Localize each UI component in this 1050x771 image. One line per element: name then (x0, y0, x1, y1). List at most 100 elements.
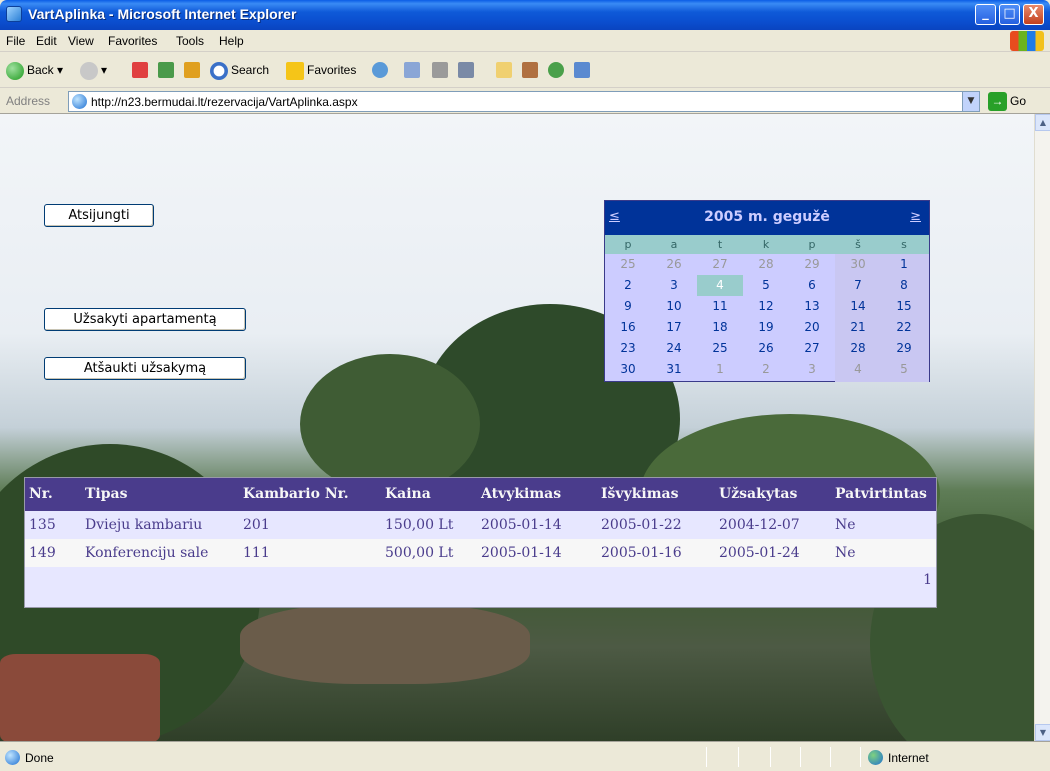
forward-button[interactable]: ▾ (80, 60, 107, 80)
calendar-day[interactable]: 22 (881, 317, 927, 338)
calendar-day[interactable]: 13 (789, 296, 835, 317)
calendar-day[interactable]: 10 (651, 296, 697, 317)
menu-edit[interactable]: Edit (36, 34, 57, 48)
page-icon (72, 94, 87, 109)
refresh-icon[interactable] (158, 62, 174, 78)
calendar-day[interactable]: 16 (605, 317, 651, 338)
calendar-day[interactable]: 29 (881, 338, 927, 359)
calendar-day[interactable]: 31 (651, 359, 697, 380)
calendar-next-month[interactable]: ≥ (910, 209, 921, 224)
cancel-order-button[interactable]: Atšaukti užsakymą (44, 357, 246, 380)
calendar-day[interactable]: 1 (881, 254, 927, 275)
calendar-day[interactable]: 2 (605, 275, 651, 296)
calendar-day[interactable]: 30 (605, 359, 651, 380)
search-button[interactable]: Search (210, 60, 269, 80)
close-button[interactable]: X (1023, 4, 1044, 25)
calendar-title: 2005 m. gegužė (704, 209, 830, 225)
calendar-day[interactable]: 5 (881, 359, 927, 380)
messenger-icon[interactable] (548, 62, 564, 78)
history-icon[interactable] (372, 62, 388, 78)
forward-arrow-icon (80, 61, 98, 80)
menu-view[interactable]: View (68, 34, 94, 48)
minimize-button[interactable]: _ (975, 4, 996, 25)
cell-departure: 2005-01-16 (601, 545, 682, 561)
page-number[interactable]: 1 (923, 572, 932, 588)
calendar-day[interactable]: 27 (789, 338, 835, 359)
calendar-day[interactable]: 6 (789, 275, 835, 296)
mail-icon[interactable] (404, 62, 420, 78)
menu-file[interactable]: File (6, 34, 25, 48)
calendar-day[interactable]: 17 (651, 317, 697, 338)
status-divider (800, 747, 801, 767)
calendar-day[interactable]: 26 (743, 338, 789, 359)
maximize-button[interactable]: □ (999, 4, 1020, 25)
col-header-departure: Išvykimas (601, 486, 679, 502)
calendar-day[interactable]: 26 (651, 254, 697, 275)
calendar-day[interactable]: 18 (697, 317, 743, 338)
calendar-day[interactable]: 4 (697, 275, 743, 296)
calendar-day[interactable]: 23 (605, 338, 651, 359)
calendar-day[interactable]: 11 (697, 296, 743, 317)
menu-tools[interactable]: Tools (176, 34, 204, 48)
menu-bar: File Edit View Favorites Tools Help (0, 30, 1050, 52)
calendar-day[interactable]: 5 (743, 275, 789, 296)
menu-help[interactable]: Help (219, 34, 244, 48)
calendar-day[interactable]: 20 (789, 317, 835, 338)
calendar-day[interactable]: 3 (789, 359, 835, 380)
disconnect-button[interactable]: Atsijungti (44, 204, 154, 227)
calendar-day[interactable]: 4 (835, 359, 881, 380)
calendar-day[interactable]: 3 (651, 275, 697, 296)
calendar-day[interactable]: 1 (697, 359, 743, 380)
day-name: t (717, 238, 723, 251)
calendar-day[interactable]: 25 (697, 338, 743, 359)
menu-favorites[interactable]: Favorites (108, 34, 157, 48)
go-label: Go (1010, 94, 1027, 108)
cell-type: Dvieju kambariu (85, 517, 203, 533)
calendar-day[interactable]: 25 (605, 254, 651, 275)
table-row[interactable]: 149 Konferenciju sale 111 500,00 Lt 2005… (25, 539, 936, 567)
calendar-day[interactable]: 15 (881, 296, 927, 317)
calendar-day[interactable]: 30 (835, 254, 881, 275)
home-icon[interactable] (184, 62, 200, 78)
table-pager: 1 (25, 567, 936, 607)
stop-icon[interactable] (132, 62, 148, 78)
calendar-day[interactable]: 12 (743, 296, 789, 317)
calendar-day[interactable]: 27 (697, 254, 743, 275)
order-apartment-button[interactable]: Užsakyti apartamentą (44, 308, 246, 331)
address-input[interactable]: http://n23.bermudai.lt/rezervacija/VartA… (68, 91, 980, 112)
back-label: Back (27, 63, 54, 77)
print-icon[interactable] (432, 62, 448, 78)
calendar-day[interactable]: 7 (835, 275, 881, 296)
research-icon[interactable] (522, 62, 538, 78)
calendar-day[interactable]: 9 (605, 296, 651, 317)
cell-confirmed: Ne (835, 517, 856, 533)
col-header-room: Kambario Nr. (243, 486, 349, 502)
chevron-down-icon[interactable]: ▼ (962, 92, 979, 111)
calendar-day[interactable]: 19 (743, 317, 789, 338)
calendar: ≤ 2005 m. gegužė ≥ p a t k p š s 25 26 27 2… (604, 200, 930, 382)
vertical-scrollbar[interactable]: ▲ ▼ (1034, 114, 1050, 741)
calendar-day[interactable]: 14 (835, 296, 881, 317)
scroll-up-icon[interactable]: ▲ (1035, 114, 1050, 131)
col-header-confirmed: Patvirtintas (835, 486, 927, 502)
go-button[interactable]: → Go (988, 92, 1026, 111)
calendar-day[interactable]: 24 (651, 338, 697, 359)
favorites-button[interactable]: Favorites (286, 60, 356, 80)
calendar-day[interactable]: 2 (743, 359, 789, 380)
col-header-price: Kaina (385, 486, 431, 502)
table-row[interactable]: 135 Dvieju kambariu 201 150,00 Lt 2005-0… (25, 511, 936, 539)
col-header-arrival: Atvykimas (481, 486, 562, 502)
media-icon[interactable] (574, 62, 590, 78)
calendar-day[interactable]: 21 (835, 317, 881, 338)
address-bar: Address http://n23.bermudai.lt/rezervaci… (0, 88, 1050, 114)
internet-zone-icon (868, 750, 883, 765)
edit-icon[interactable] (458, 62, 474, 78)
calendar-day[interactable]: 8 (881, 275, 927, 296)
calendar-day[interactable]: 28 (835, 338, 881, 359)
status-divider (830, 747, 831, 767)
calendar-day[interactable]: 29 (789, 254, 835, 275)
scroll-down-icon[interactable]: ▼ (1035, 724, 1050, 741)
back-button[interactable]: Back ▾ (6, 60, 63, 80)
discuss-icon[interactable] (496, 62, 512, 78)
calendar-day[interactable]: 28 (743, 254, 789, 275)
